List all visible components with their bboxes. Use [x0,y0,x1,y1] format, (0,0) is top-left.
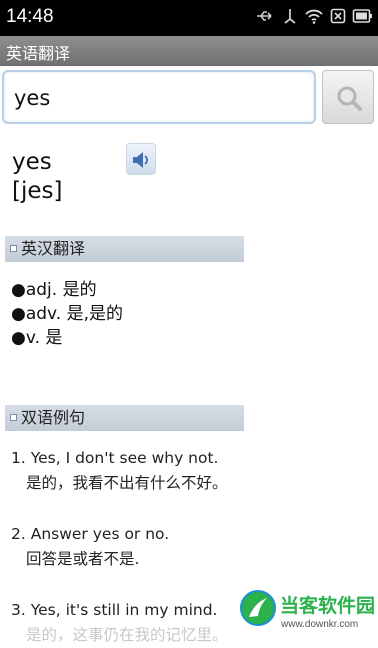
usb-icon [257,11,272,21]
definition-item: ●adj. 是的 [11,280,97,300]
entry-word: yes [12,149,52,175]
status-icons [256,8,372,24]
example-chinese: 是的，这事仍在我的记忆里。 [26,626,228,644]
section-title: 英汉翻译 [21,239,86,258]
section-header-translation: 英汉翻译 [5,236,244,262]
definition-item: ●adv. 是,是的 [11,304,123,324]
watermark-name: 当客软件园 [280,594,375,617]
wifi-icon [305,9,323,24]
definition-list: ●adj. 是的 ●adv. 是,是的 ●v. 是 [11,278,123,350]
example-english: 2. Answer yes or no. [11,525,170,543]
pronounce-button[interactable] [126,143,156,175]
example-item: 2. Answer yes or no. 回答是或者不是. [11,522,169,572]
entry-phonetic: [jes] [12,178,63,204]
search-box[interactable] [2,70,316,124]
definition-item: ●v. 是 [11,328,63,348]
usb-debug-icon [284,9,296,24]
speaker-icon [133,152,148,168]
section-bullet-icon [10,245,17,252]
section-bullet-icon [10,414,17,421]
example-item: 3. Yes, it's still in my mind. 是的，这事仍在我的… [11,598,228,648]
battery-icon [352,9,372,23]
example-english: 1. Yes, I don't see why not. [11,449,219,467]
example-item: 1. Yes, I don't see why not. 是的，我看不出有什么不… [11,446,228,496]
search-input[interactable] [12,74,296,122]
status-bar: 14:48 [0,0,378,36]
app-title: 英语翻译 [6,44,71,63]
search-icon [337,86,362,111]
watermark-url: www.downkr.com [280,619,358,630]
search-button[interactable] [322,70,374,124]
section-header-examples: 双语例句 [5,405,244,431]
example-english: 3. Yes, it's still in my mind. [11,601,218,619]
section-title: 双语例句 [21,408,86,427]
watermark-logo: 当客软件园 www.downkr.com [240,590,375,630]
no-sim-icon [330,8,346,24]
app-bar: 英语翻译 [0,36,378,66]
status-time: 14:48 [6,6,54,27]
example-chinese: 是的，我看不出有什么不好。 [26,474,228,492]
example-chinese: 回答是或者不是. [26,550,140,568]
